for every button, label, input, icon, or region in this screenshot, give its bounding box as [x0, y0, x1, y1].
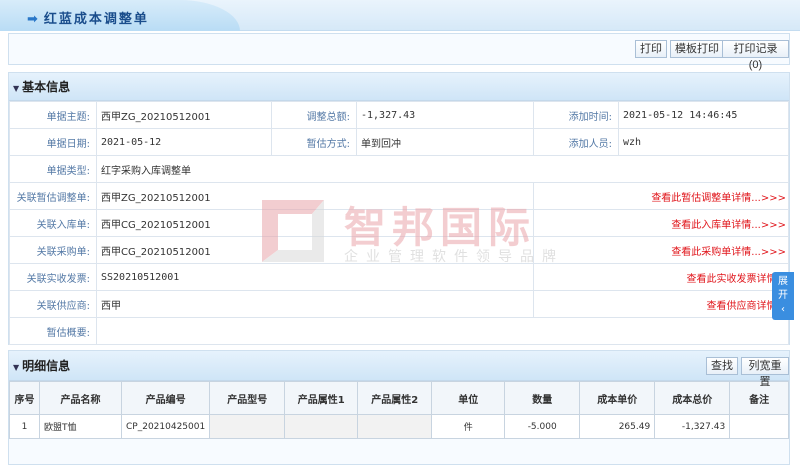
view-adjustment-link[interactable]: 查看此暂估调整单详情...>>> — [533, 182, 789, 210]
info-row: 单据类型: 红字采购入库调整单 — [9, 155, 789, 183]
collapse-triangle-icon: ▼ — [13, 84, 20, 93]
reset-width-button[interactable]: 列宽重置 — [741, 357, 789, 388]
chevron-left-icon: ‹ — [781, 304, 785, 315]
type-value: 红字采购入库调整单 — [96, 155, 789, 183]
column-header[interactable]: 数量 — [504, 381, 581, 415]
link-row: 关联采购单: 西甲CG_20210512001 查看此采购单详情...>>> — [9, 236, 789, 264]
detail-title: 明细信息 — [22, 359, 71, 373]
column-header[interactable]: 产品属性2 — [357, 381, 433, 415]
add-time-label: 添加时间: — [533, 101, 619, 129]
type-label: 单据类型: — [9, 155, 97, 183]
link-value: 西甲CG_20210512001 — [96, 236, 534, 264]
column-header[interactable]: 产品编号 — [120, 381, 211, 415]
cell-remark — [729, 414, 789, 439]
column-header[interactable]: 序号 — [9, 381, 40, 415]
date-value: 2021-05-12 — [96, 128, 272, 156]
method-label: 暂估方式: — [271, 128, 357, 156]
subject-label: 单据主题: — [9, 101, 97, 129]
collapse-triangle-icon: ▼ — [13, 363, 20, 372]
column-header[interactable]: 成本总价 — [654, 381, 731, 415]
link-row: 关联入库单: 西甲CG_20210512001 查看此入库单详情...>>> — [9, 209, 789, 237]
link-value: 西甲 — [96, 290, 534, 318]
basic-info-header[interactable]: ▼ 基本信息 — [9, 73, 789, 101]
arrow-right-icon: ➡ — [27, 12, 40, 27]
column-header[interactable]: 产品属性1 — [284, 381, 359, 415]
adder-label: 添加人员: — [533, 128, 619, 156]
column-header[interactable]: 产品型号 — [209, 381, 286, 415]
add-time-value: 2021-05-12 14:46:45 — [618, 101, 789, 129]
toolbar: 打印 模板打印 打印记录(0) — [8, 33, 790, 71]
cell-product-code: CP_20210425001 — [120, 414, 211, 439]
cell-total-cost: -1,327.43 — [654, 414, 731, 439]
view-inbound-link[interactable]: 查看此入库单详情...>>> — [533, 209, 789, 237]
print-log-button[interactable]: 打印记录(0) — [722, 40, 789, 71]
link-row: 关联实收发票: SS20210512001 查看此实收发票详情... — [9, 263, 789, 291]
cell-attr1 — [284, 414, 359, 439]
link-value: 西甲ZG_20210512001 — [96, 182, 534, 210]
total-label: 调整总额: — [271, 101, 357, 129]
link-row: 关联供应商: 西甲 查看供应商详情... — [9, 290, 789, 318]
detail-table: 序号 产品名称 产品编号 产品型号 产品属性1 产品属性2 单位 数量 成本单价… — [9, 381, 789, 439]
view-supplier-link[interactable]: 查看供应商详情... — [533, 290, 789, 318]
cell-unit: 件 — [431, 414, 506, 439]
cell-attr2 — [357, 414, 433, 439]
detail-header[interactable]: ▼ 明细信息 查找 列宽重置 — [9, 351, 789, 388]
cell-model — [209, 414, 286, 439]
subject-value: 西甲ZG_20210512001 — [96, 101, 272, 129]
table-header-row: 序号 产品名称 产品编号 产品型号 产品属性1 产品属性2 单位 数量 成本单价… — [9, 381, 789, 415]
summary-value — [96, 317, 789, 345]
info-row: 单据日期: 2021-05-12 暂估方式: 单到回冲 添加人员: wzh — [9, 128, 789, 156]
summary-label: 暂估概要: — [9, 317, 97, 345]
cell-product-name: 欧盟T恤 — [39, 414, 122, 439]
basic-info-panel: ▼ 基本信息 单据主题: 西甲ZG_20210512001 调整总额: -1,32… — [8, 72, 790, 345]
link-row: 关联暂估调整单: 西甲ZG_20210512001 查看此暂估调整单详情...>… — [9, 182, 789, 210]
link-label: 关联供应商: — [9, 290, 97, 318]
link-value: 西甲CG_20210512001 — [96, 209, 534, 237]
cell-index: 1 — [9, 414, 40, 439]
link-value: SS20210512001 — [96, 263, 534, 291]
side-tab-label: 开 — [778, 290, 788, 301]
cell-unit-cost: 265.49 — [579, 414, 656, 439]
detail-panel: ▼ 明细信息 查找 列宽重置 序号 产品名称 产品编号 产品型号 产品属性1 产品… — [8, 350, 790, 465]
method-value: 单到回冲 — [356, 128, 534, 156]
basic-info-table: 单据主题: 西甲ZG_20210512001 调整总额: -1,327.43 添… — [9, 101, 789, 345]
table-row: 1 欧盟T恤 CP_20210425001 件 -5.000 265.49 -1… — [9, 414, 789, 439]
info-row: 单据主题: 西甲ZG_20210512001 调整总额: -1,327.43 添… — [9, 101, 789, 129]
total-value: -1,327.43 — [356, 101, 534, 129]
date-label: 单据日期: — [9, 128, 97, 156]
info-row: 暂估概要: — [9, 317, 789, 345]
column-header[interactable]: 成本单价 — [579, 381, 656, 415]
column-header[interactable]: 产品名称 — [39, 381, 122, 415]
link-label: 关联入库单: — [9, 209, 97, 237]
column-header[interactable]: 单位 — [431, 381, 506, 415]
page-title-text: 红蓝成本调整单 — [43, 12, 149, 27]
basic-info-title: 基本信息 — [22, 80, 71, 94]
link-label: 关联实收发票: — [9, 263, 97, 291]
link-label: 关联采购单: — [9, 236, 97, 264]
page-title: ➡ 红蓝成本调整单 — [27, 8, 149, 27]
cell-quantity: -5.000 — [504, 414, 581, 439]
link-label: 关联暂估调整单: — [9, 182, 97, 210]
view-purchase-link[interactable]: 查看此采购单详情...>>> — [533, 236, 789, 264]
template-print-button[interactable]: 模板打印 — [670, 40, 724, 58]
title-bar: ➡ 红蓝成本调整单 — [0, 0, 800, 31]
print-button[interactable]: 打印 — [635, 40, 667, 58]
side-tab-label: 展 — [778, 276, 788, 287]
find-button[interactable]: 查找 — [706, 357, 738, 375]
adder-value: wzh — [618, 128, 789, 156]
view-invoice-link[interactable]: 查看此实收发票详情... — [533, 263, 789, 291]
expand-side-tab[interactable]: 展 开 ‹ — [772, 272, 794, 320]
